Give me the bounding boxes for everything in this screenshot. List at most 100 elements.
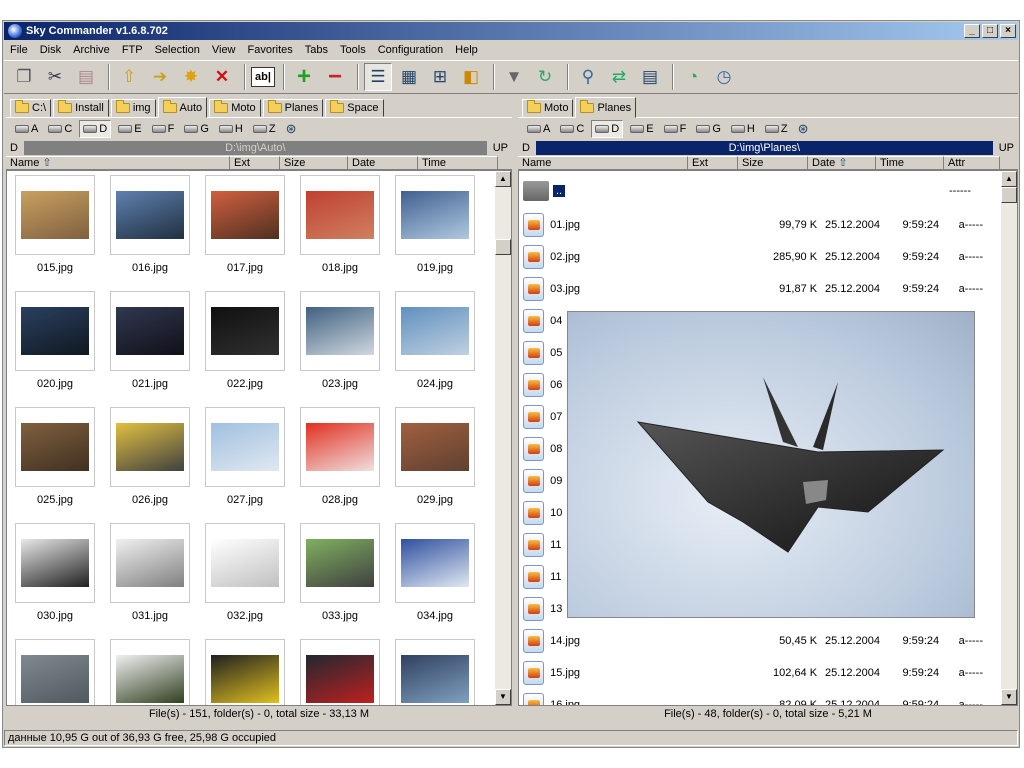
thumbnail-item[interactable]: 019.jpg	[395, 175, 475, 291]
tab-c[interactable]: C:\	[10, 99, 52, 117]
drive-d[interactable]: D	[79, 120, 112, 138]
scroll-up-icon[interactable]: ▲	[495, 171, 511, 187]
drive-f[interactable]: F	[661, 120, 690, 138]
filter-icon[interactable]: ▼	[500, 63, 528, 91]
menu-view[interactable]: View	[206, 44, 242, 56]
thumbnail-item[interactable]: 027.jpg	[205, 407, 285, 523]
col-name[interactable]: Name	[518, 156, 688, 170]
tab-planes[interactable]: Planes	[262, 99, 324, 117]
col-time[interactable]: Time	[418, 156, 498, 170]
maximize-button[interactable]: □	[982, 24, 998, 38]
scroll-up-icon[interactable]: ▲	[1001, 171, 1017, 187]
thumbnail-item[interactable]	[15, 639, 95, 705]
thumbnail-item[interactable]: 032.jpg	[205, 523, 285, 639]
left-scrollbar[interactable]: ▲ ▼	[495, 171, 511, 705]
minimize-button[interactable]: _	[964, 24, 980, 38]
left-file-list[interactable]: 015.jpg 016.jpg 017.jpg 018.jpg 019.jpg 020.j…	[6, 170, 512, 706]
menu-file[interactable]: File	[4, 44, 34, 56]
scroll-thumb[interactable]	[495, 239, 511, 255]
thumbnail-item[interactable]: 030.jpg	[15, 523, 95, 639]
menu-disk[interactable]: Disk	[34, 44, 67, 56]
drive-h[interactable]: H	[216, 120, 246, 138]
new-folder-icon[interactable]: ✸	[177, 63, 205, 91]
network-drive-icon[interactable]: ⊛	[283, 120, 300, 138]
drive-c[interactable]: C	[45, 120, 75, 138]
drive-z[interactable]: Z	[250, 120, 279, 138]
drive-d[interactable]: D	[591, 120, 624, 138]
drive-c[interactable]: C	[557, 120, 587, 138]
menu-tabs[interactable]: Tabs	[299, 44, 334, 56]
search-icon[interactable]: ⚲	[574, 63, 602, 91]
copy-icon[interactable]: ❐	[10, 63, 38, 91]
tab-install[interactable]: Install	[53, 99, 109, 117]
col-ext[interactable]: Ext	[230, 156, 280, 170]
thumbnail-item[interactable]: 023.jpg	[300, 291, 380, 407]
drive-e[interactable]: E	[115, 120, 144, 138]
drive-a[interactable]: A	[524, 120, 553, 138]
move-icon[interactable]: ➔	[146, 63, 174, 91]
parent-folder-row[interactable]: .. ------	[523, 177, 993, 205]
thumbnail-item[interactable]: 029.jpg	[395, 407, 475, 523]
thumbnail-item[interactable]: 022.jpg	[205, 291, 285, 407]
thumbnail-item[interactable]	[205, 639, 285, 705]
left-path-bar[interactable]: D:\img\Auto\	[23, 141, 487, 155]
close-button[interactable]: ×	[1000, 24, 1016, 38]
thumbnail-item[interactable]	[110, 639, 190, 705]
drive-g[interactable]: G	[181, 120, 212, 138]
file-row[interactable]: 01.jpg 99,79 K 25.12.2004 9:59:24 a-----	[523, 209, 993, 241]
menu-ftp[interactable]: FTP	[116, 44, 149, 56]
col-name[interactable]: Name ⇧	[6, 156, 230, 170]
thumbnail-item[interactable]: 034.jpg	[395, 523, 475, 639]
drive-z[interactable]: Z	[762, 120, 791, 138]
rename-icon[interactable]: ab|	[251, 67, 275, 87]
view-details-icon[interactable]: ▦	[395, 63, 423, 91]
up-button[interactable]: UP	[493, 142, 508, 154]
menu-selection[interactable]: Selection	[149, 44, 206, 56]
col-size[interactable]: Size	[738, 156, 808, 170]
right-path-bar[interactable]: D:\img\Planes\	[535, 141, 993, 155]
scroll-thumb[interactable]	[1001, 187, 1017, 203]
file-row[interactable]: 03.jpg 91,87 K 25.12.2004 9:59:24 a-----	[523, 273, 993, 305]
drive-e[interactable]: E	[627, 120, 656, 138]
thumbnail-item[interactable]	[395, 639, 475, 705]
folder-up-icon[interactable]: ⇧	[115, 63, 143, 91]
drive-g[interactable]: G	[693, 120, 724, 138]
paste-icon[interactable]: ▤	[72, 63, 100, 91]
drive-f[interactable]: F	[149, 120, 178, 138]
menu-favorites[interactable]: Favorites	[242, 44, 299, 56]
thumbnail-item[interactable]: 021.jpg	[110, 291, 190, 407]
scroll-down-icon[interactable]: ▼	[1001, 689, 1017, 705]
file-row[interactable]: 14.jpg 50,45 K 25.12.2004 9:59:24 a-----	[523, 625, 993, 657]
tab-img[interactable]: img	[110, 99, 156, 117]
calendar-icon[interactable]: ▤	[636, 63, 664, 91]
tab-moto[interactable]: Moto	[209, 99, 261, 117]
schedule-icon[interactable]: ◔	[679, 63, 707, 91]
thumbnail-item[interactable]: 024.jpg	[395, 291, 475, 407]
select-minus-icon[interactable]: −	[321, 63, 349, 91]
drive-a[interactable]: A	[12, 120, 41, 138]
thumbnail-item[interactable]: 033.jpg	[300, 523, 380, 639]
tab-planes[interactable]: Planes	[575, 97, 637, 118]
thumbnail-item[interactable]: 020.jpg	[15, 291, 95, 407]
sync-icon[interactable]: ⇄	[605, 63, 633, 91]
view-icons-icon[interactable]: ⊞	[426, 63, 454, 91]
thumbnail-item[interactable]: 016.jpg	[110, 175, 190, 291]
thumbnail-item[interactable]: 025.jpg	[15, 407, 95, 523]
thumbnail-item[interactable]: 026.jpg	[110, 407, 190, 523]
menu-help[interactable]: Help	[449, 44, 484, 56]
delete-icon[interactable]: ✕	[208, 63, 236, 91]
right-scrollbar[interactable]: ▲ ▼	[1001, 171, 1017, 705]
file-row[interactable]: 02.jpg 285,90 K 25.12.2004 9:59:24 a-----	[523, 241, 993, 273]
file-row[interactable]: 15.jpg 102,64 K 25.12.2004 9:59:24 a-----	[523, 657, 993, 689]
refresh-icon[interactable]: ↻	[531, 63, 559, 91]
network-drive-icon[interactable]: ⊛	[795, 120, 812, 138]
thumbnail-item[interactable]: 031.jpg	[110, 523, 190, 639]
select-plus-icon[interactable]: +	[290, 63, 318, 91]
tab-auto[interactable]: Auto	[157, 97, 208, 118]
thumbnail-item[interactable]: 017.jpg	[205, 175, 285, 291]
thumbnail-item[interactable]: 028.jpg	[300, 407, 380, 523]
tab-space[interactable]: Space	[325, 99, 384, 117]
drive-h[interactable]: H	[728, 120, 758, 138]
clock-icon[interactable]: ◷	[710, 63, 738, 91]
col-date[interactable]: Date	[348, 156, 418, 170]
